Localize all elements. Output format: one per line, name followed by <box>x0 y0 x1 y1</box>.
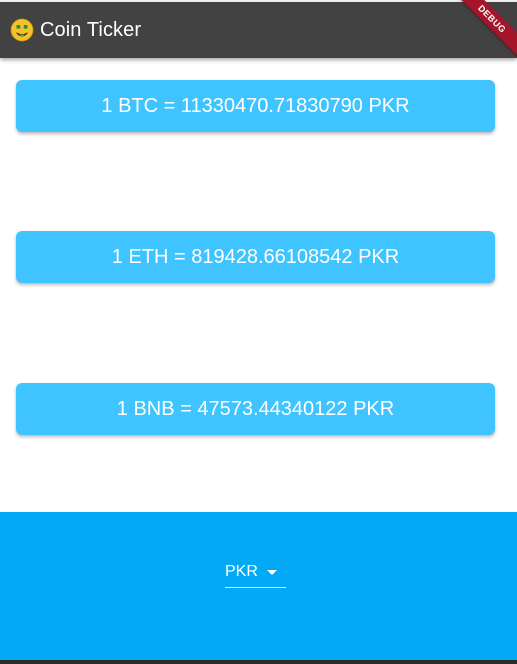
rate-card-btc[interactable]: 1 BTC = 11330470.71830790 PKR <box>16 80 495 132</box>
arrow-drop-down-icon <box>267 570 277 575</box>
app-title: Coin Ticker <box>40 19 142 41</box>
window-bottom-edge <box>0 660 517 664</box>
app-root: Coin Ticker DEBUG 1 BTC = 11330470.71830… <box>0 0 517 664</box>
rate-text-btc: 1 BTC = 11330470.71830790 PKR <box>101 95 410 117</box>
rate-card-eth[interactable]: 1 ETH = 819428.66108542 PKR <box>16 231 495 283</box>
rate-text-eth: 1 ETH = 819428.66108542 PKR <box>111 246 400 268</box>
rate-text-bnb: 1 BNB = 47573.44340122 PKR <box>116 398 395 420</box>
status-edge <box>0 0 517 2</box>
dropdown-underline <box>225 587 286 588</box>
currency-picker-panel <box>0 512 517 664</box>
app-bar: Coin Ticker <box>0 0 517 58</box>
money-mouth-face-icon <box>10 18 34 42</box>
rate-card-bnb[interactable]: 1 BNB = 47573.44340122 PKR <box>16 383 495 435</box>
currency-dropdown-value: PKR <box>225 563 258 580</box>
app-title-group: Coin Ticker <box>10 17 141 43</box>
currency-dropdown[interactable]: PKR <box>225 557 286 588</box>
